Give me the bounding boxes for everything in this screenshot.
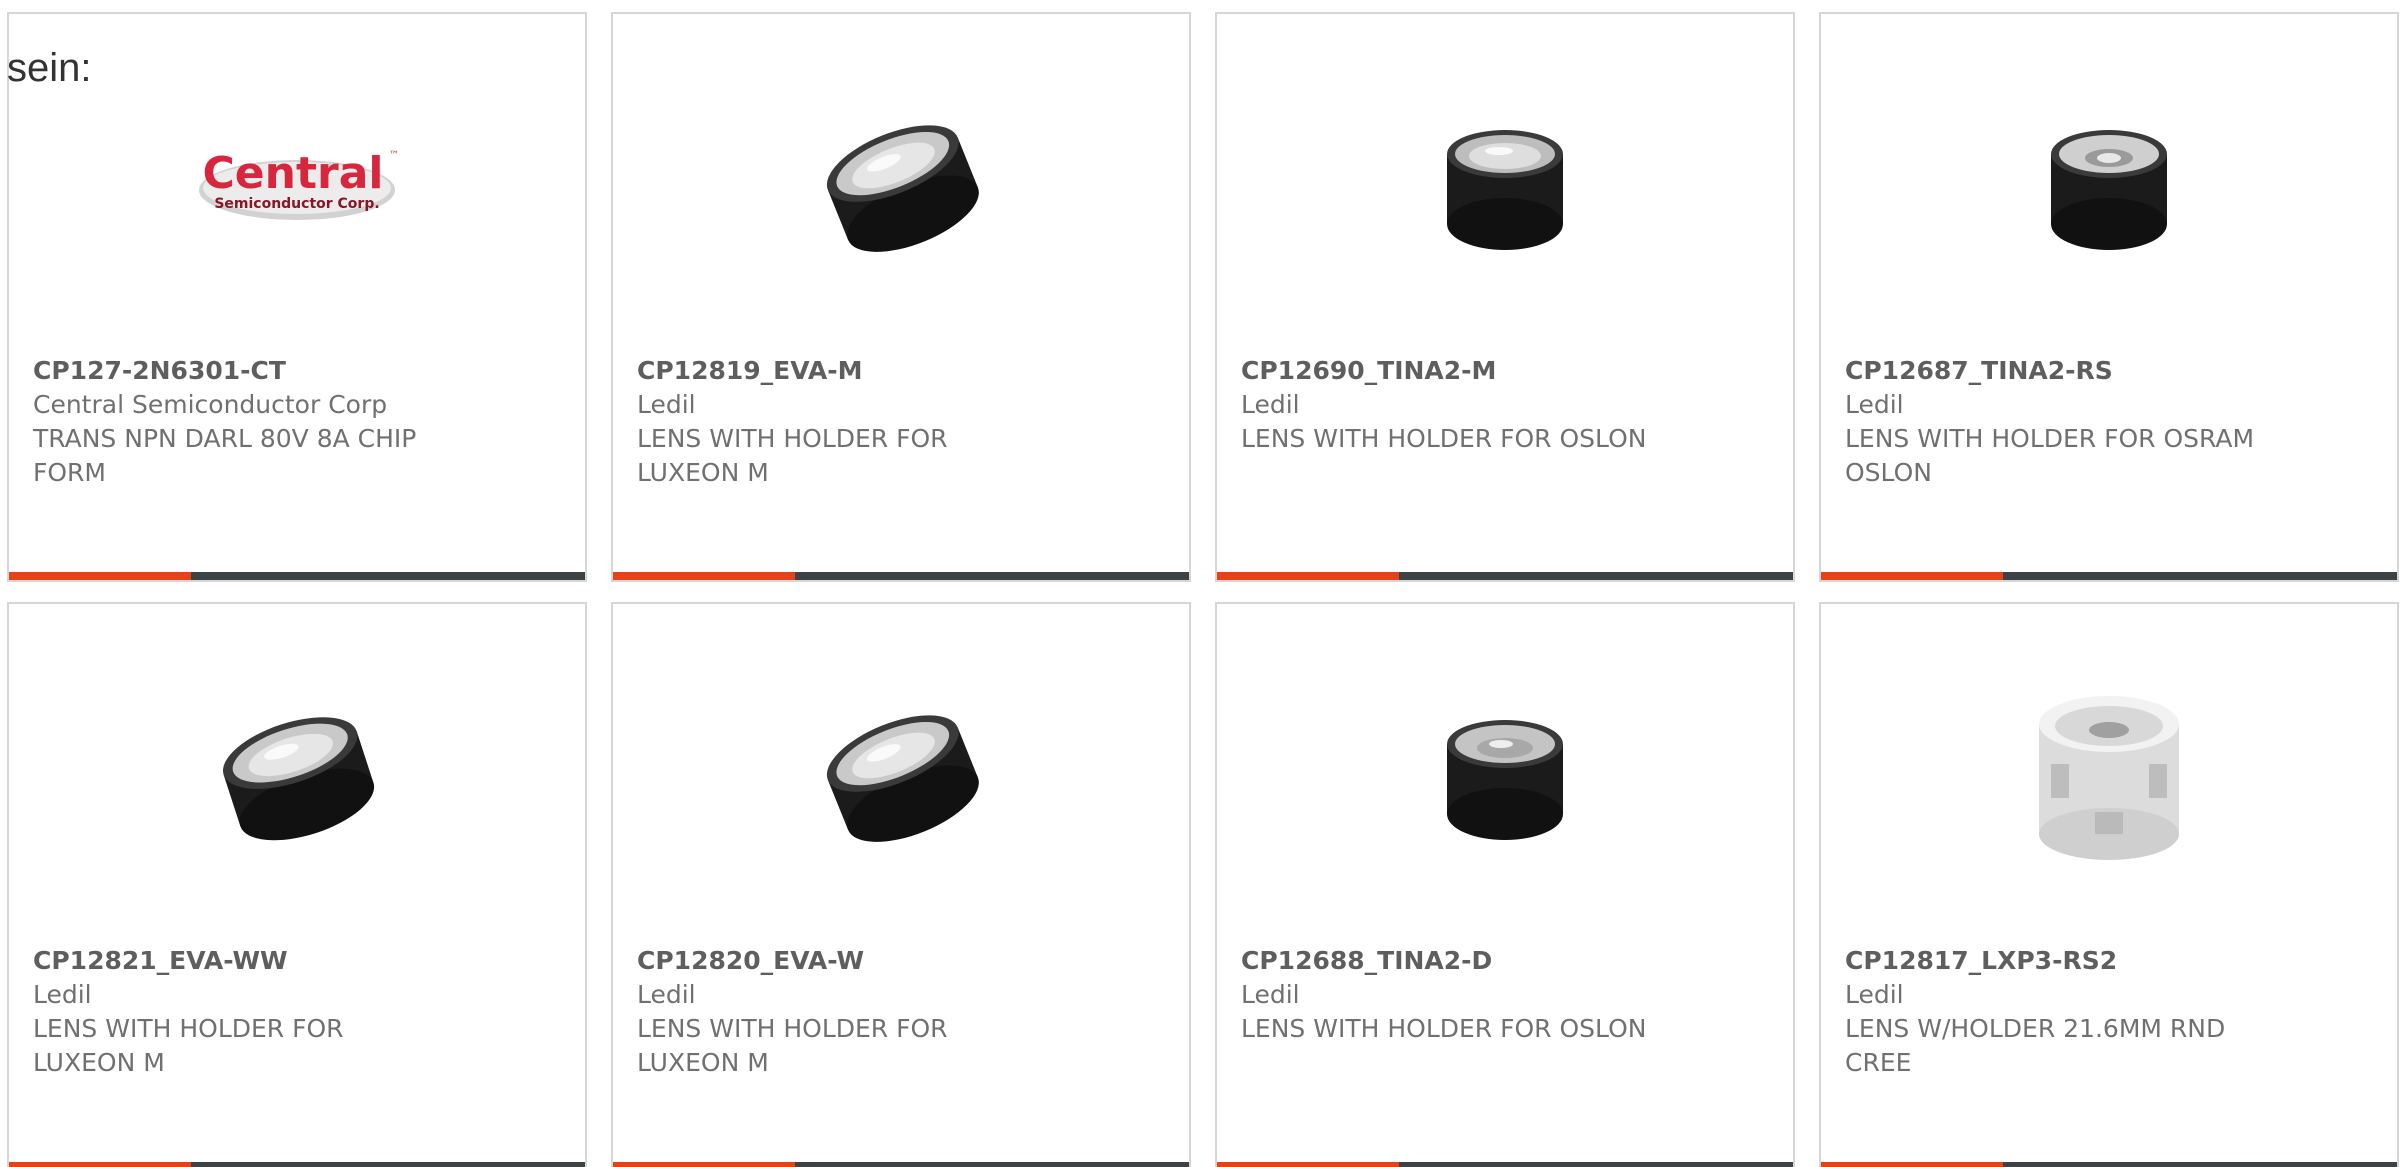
product-card[interactable]: CP12688_TINA2-D Ledil LENS WITH HOLDER F…	[1215, 602, 1795, 1167]
description: LENS WITH HOLDER FOR LUXEON M	[637, 1014, 948, 1077]
card-accent-bar	[613, 572, 1189, 580]
card-accent-bar	[1217, 572, 1793, 580]
part-number[interactable]: CP12690_TINA2-M	[1241, 354, 1769, 388]
manufacturer: Ledil	[1845, 390, 1904, 419]
product-info: CP12687_TINA2-RS Ledil LENS WITH HOLDER …	[1845, 354, 2373, 490]
description: LENS WITH HOLDER FOR OSRAM OSLON	[1845, 424, 2255, 487]
description: LENS W/HOLDER 21.6MM RND CREE	[1845, 1014, 2226, 1077]
product-info: CP12820_EVA-W Ledil LENS WITH HOLDER FOR…	[637, 944, 1165, 1080]
white-lens-holder-icon	[2039, 696, 2179, 860]
card-accent-bar	[9, 572, 585, 580]
card-accent-bar	[1821, 572, 2397, 580]
logo-main-text: Central	[203, 148, 384, 199]
black-lens-holder-icon	[222, 717, 375, 841]
part-number[interactable]: CP127-2N6301-CT	[33, 354, 561, 388]
description: LENS WITH HOLDER FOR LUXEON M	[637, 424, 948, 487]
black-lens-holder-icon	[1447, 130, 1563, 250]
part-number[interactable]: CP12819_EVA-M	[637, 354, 1165, 388]
manufacturer: Ledil	[1241, 390, 1300, 419]
product-image	[1821, 84, 2397, 284]
product-info: CP127-2N6301-CT Central Semiconductor Co…	[33, 354, 561, 490]
central-semiconductor-logo: Central ™ Semiconductor Corp.	[199, 148, 397, 220]
product-card[interactable]: CP12687_TINA2-RS Ledil LENS WITH HOLDER …	[1819, 12, 2399, 582]
manufacturer: Ledil	[33, 980, 92, 1009]
black-lens-holder-icon	[1447, 720, 1563, 840]
description: LENS WITH HOLDER FOR LUXEON M	[33, 1014, 344, 1077]
product-grid-page: sein: Central ™ Semiconductor Corp. CP12…	[0, 0, 2400, 1167]
product-image	[1217, 674, 1793, 874]
product-info: CP12688_TINA2-D Ledil LENS WITH HOLDER F…	[1241, 944, 1769, 1046]
product-info: CP12690_TINA2-M Ledil LENS WITH HOLDER F…	[1241, 354, 1769, 456]
manufacturer: Ledil	[637, 980, 696, 1009]
product-image: Central ™ Semiconductor Corp.	[9, 84, 585, 284]
part-number[interactable]: CP12687_TINA2-RS	[1845, 354, 2373, 388]
black-lens-holder-icon	[826, 125, 979, 252]
card-accent-bar	[9, 1162, 585, 1167]
product-image	[613, 674, 1189, 874]
product-image	[1821, 674, 2397, 874]
section-heading-fragment: sein:	[7, 46, 92, 90]
description: LENS WITH HOLDER FOR OSLON	[1241, 424, 1647, 453]
product-image	[613, 84, 1189, 284]
product-grid: Central ™ Semiconductor Corp. CP127-2N63…	[7, 12, 2399, 1167]
part-number[interactable]: CP12688_TINA2-D	[1241, 944, 1769, 978]
description: LENS WITH HOLDER FOR OSLON	[1241, 1014, 1647, 1043]
card-accent-bar	[613, 1162, 1189, 1167]
product-card[interactable]: CP12820_EVA-W Ledil LENS WITH HOLDER FOR…	[611, 602, 1191, 1167]
logo-trademark: ™	[389, 150, 397, 161]
card-accent-bar	[1821, 1162, 2397, 1167]
black-lens-holder-icon	[826, 715, 979, 842]
product-card[interactable]: Central ™ Semiconductor Corp. CP127-2N63…	[7, 12, 587, 582]
manufacturer: Ledil	[637, 390, 696, 419]
description: TRANS NPN DARL 80V 8A CHIP FORM	[33, 424, 417, 487]
card-accent-bar	[1217, 1162, 1793, 1167]
product-card[interactable]: CP12821_EVA-WW Ledil LENS WITH HOLDER FO…	[7, 602, 587, 1167]
product-info: CP12819_EVA-M Ledil LENS WITH HOLDER FOR…	[637, 354, 1165, 490]
part-number[interactable]: CP12820_EVA-W	[637, 944, 1165, 978]
product-image	[1217, 84, 1793, 284]
manufacturer: Ledil	[1845, 980, 1904, 1009]
black-lens-holder-icon	[2051, 130, 2167, 250]
part-number[interactable]: CP12821_EVA-WW	[33, 944, 561, 978]
part-number[interactable]: CP12817_LXP3-RS2	[1845, 944, 2373, 978]
product-info: CP12817_LXP3-RS2 Ledil LENS W/HOLDER 21.…	[1845, 944, 2373, 1080]
manufacturer: Central Semiconductor Corp	[33, 390, 388, 419]
logo-sub-text: Semiconductor Corp.	[214, 196, 379, 212]
manufacturer: Ledil	[1241, 980, 1300, 1009]
product-info: CP12821_EVA-WW Ledil LENS WITH HOLDER FO…	[33, 944, 561, 1080]
product-card[interactable]: CP12817_LXP3-RS2 Ledil LENS W/HOLDER 21.…	[1819, 602, 2399, 1167]
product-card[interactable]: CP12690_TINA2-M Ledil LENS WITH HOLDER F…	[1215, 12, 1795, 582]
product-card[interactable]: CP12819_EVA-M Ledil LENS WITH HOLDER FOR…	[611, 12, 1191, 582]
product-image	[9, 674, 585, 874]
